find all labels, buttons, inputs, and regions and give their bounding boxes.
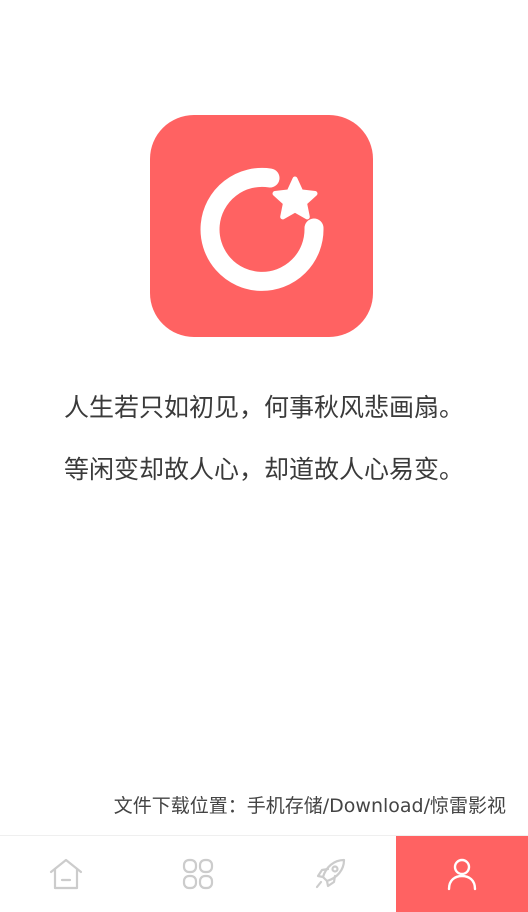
tab-discover[interactable] bbox=[264, 836, 396, 912]
poem-line-1: 人生若只如初见，何事秋风悲画扇。 bbox=[63, 393, 464, 422]
user-icon bbox=[447, 858, 477, 891]
app-logo bbox=[150, 115, 373, 337]
tab-home[interactable] bbox=[0, 836, 132, 912]
tab-categories[interactable] bbox=[132, 836, 264, 912]
rocket-icon bbox=[315, 858, 346, 889]
grid-icon bbox=[182, 858, 214, 890]
poem-line-2: 等闲变却故人心，却道故人心易变。 bbox=[63, 455, 464, 484]
moon-star-logo-icon bbox=[200, 167, 324, 291]
tab-profile[interactable] bbox=[396, 836, 528, 912]
home-icon bbox=[49, 858, 83, 890]
bottom-tab-bar bbox=[0, 835, 528, 912]
download-location-text: 文件下载位置：手机存储/Download/惊雷影视 bbox=[113, 795, 506, 817]
